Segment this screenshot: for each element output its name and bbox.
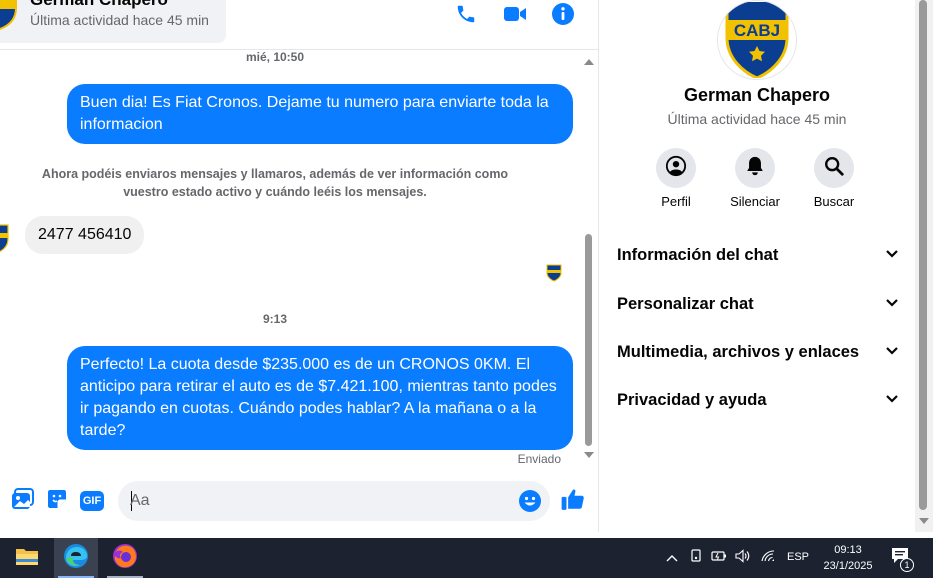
outgoing-message[interactable]: Perfecto! La cuota desde $235.000 es de … <box>67 346 573 450</box>
chat-header: German Chapero Última actividad hace 45 … <box>0 0 598 50</box>
taskbar-file-explorer[interactable] <box>5 538 49 578</box>
emoji-button[interactable] <box>518 489 542 513</box>
incoming-message[interactable]: 2477 456410 <box>25 216 145 254</box>
wifi-icon <box>760 549 776 568</box>
sent-status: Enviado <box>517 452 561 466</box>
emoji-icon <box>518 490 542 517</box>
attach-photo-button[interactable] <box>11 487 35 516</box>
contact-name: German Chapero <box>30 0 168 10</box>
sticker-icon <box>45 487 69 516</box>
show-hidden-icons-button[interactable] <box>663 549 681 567</box>
message-timestamp: mié, 10:50 <box>245 50 305 64</box>
action-label: Perfil <box>661 194 691 209</box>
chevron-down-icon <box>885 295 899 313</box>
chat-scrollbar-thumb[interactable] <box>585 234 592 446</box>
search-action-button[interactable]: Buscar <box>804 148 864 209</box>
outgoing-message[interactable]: Buen dia! Es Fiat Cronos. Dejame tu nume… <box>67 84 573 144</box>
info-icon <box>551 2 575 31</box>
scroll-down-arrow-icon[interactable] <box>584 452 594 458</box>
battery-icon <box>711 549 727 567</box>
volume-icon <box>735 548 751 568</box>
like-icon <box>560 486 586 517</box>
action-label: Silenciar <box>730 194 780 209</box>
message-composer: GIF <box>0 470 598 532</box>
section-customize-chat[interactable]: Personalizar chat <box>617 288 899 320</box>
message-timestamp: 9:13 <box>262 312 288 326</box>
contact-mini-avatar[interactable] <box>0 223 10 258</box>
gif-icon: GIF <box>79 491 105 511</box>
edge-icon <box>63 543 89 574</box>
contact-avatar[interactable] <box>0 0 20 31</box>
gif-label: GIF <box>79 491 105 511</box>
file-explorer-icon <box>15 545 39 572</box>
clock-date: 23/1/2025 <box>823 560 873 572</box>
tray-device-button[interactable] <box>687 548 705 568</box>
section-chat-info[interactable]: Información del chat <box>617 239 899 271</box>
taskbar: ESP 09:13 23/1/2025 1 <box>0 538 933 578</box>
profile-status: Última actividad hace 45 min <box>667 111 847 127</box>
conversation-info-button[interactable] <box>549 2 577 30</box>
video-icon <box>503 3 527 30</box>
message-list: mié, 10:50 Buen dia! Es Fiat Cronos. Dej… <box>0 50 582 470</box>
avatar-text: CABJ <box>734 21 780 40</box>
gif-button[interactable]: GIF <box>79 489 105 513</box>
tray-wifi-button[interactable] <box>759 549 777 567</box>
window-scrollbar-thumb[interactable] <box>919 0 927 510</box>
tray-battery-button[interactable] <box>710 549 728 567</box>
chevron-down-icon <box>885 246 899 264</box>
system-note: Ahora podéis enviaros mensajes y llamaro… <box>41 167 509 199</box>
search-icon <box>823 155 845 182</box>
scroll-down-arrow-icon[interactable] <box>919 518 929 524</box>
chevron-up-icon <box>666 549 678 567</box>
scroll-up-arrow-icon[interactable] <box>584 59 594 65</box>
action-label: Buscar <box>813 194 855 209</box>
taskbar-edge[interactable] <box>54 538 98 578</box>
chevron-down-icon <box>885 391 899 409</box>
section-title: Información del chat <box>617 245 779 264</box>
profile-icon <box>665 155 687 182</box>
contact-profile-avatar[interactable]: CABJ <box>717 0 797 80</box>
profile-name: German Chapero <box>683 85 831 105</box>
sticker-button[interactable] <box>45 489 69 513</box>
window-scrollbar[interactable] <box>915 0 933 532</box>
chevron-down-icon <box>885 343 899 361</box>
notification-count-badge: 1 <box>900 558 914 572</box>
contact-status: Última actividad hace 45 min <box>30 12 209 28</box>
section-privacy-help[interactable]: Privacidad y ayuda <box>617 384 899 416</box>
video-call-button[interactable] <box>501 2 529 30</box>
tray-volume-button[interactable] <box>734 548 752 568</box>
firefox-icon <box>112 543 138 574</box>
contact-header-button[interactable]: German Chapero Última actividad hace 45 … <box>0 0 226 43</box>
chat-scrollbar[interactable] <box>582 52 596 467</box>
taskbar-clock[interactable]: 09:13 23/1/2025 <box>812 542 884 574</box>
mute-action-button[interactable]: Silenciar <box>725 148 785 209</box>
section-title: Privacidad y ayuda <box>617 390 767 409</box>
taskbar-firefox[interactable] <box>103 538 147 578</box>
clock-time: 09:13 <box>834 544 862 556</box>
photo-icon <box>11 487 35 516</box>
like-button[interactable] <box>561 489 585 513</box>
message-input-wrapper[interactable] <box>118 481 550 521</box>
section-title: Personalizar chat <box>617 294 754 313</box>
message-input[interactable] <box>130 481 510 521</box>
phone-icon <box>455 3 477 30</box>
device-icon <box>689 548 703 568</box>
profile-action-button[interactable]: Perfil <box>646 148 706 209</box>
conversation-details-panel: CABJ German Chapero Última actividad hac… <box>599 0 915 532</box>
read-receipt-avatar <box>546 264 562 287</box>
section-title: Multimedia, archivos y enlaces <box>617 342 860 361</box>
input-language[interactable]: ESP <box>787 551 809 563</box>
audio-call-button[interactable] <box>452 2 480 30</box>
messenger-window: German Chapero Última actividad hace 45 … <box>0 0 933 578</box>
bell-icon <box>744 155 766 182</box>
section-media-files[interactable]: Multimedia, archivos y enlaces <box>617 336 899 368</box>
